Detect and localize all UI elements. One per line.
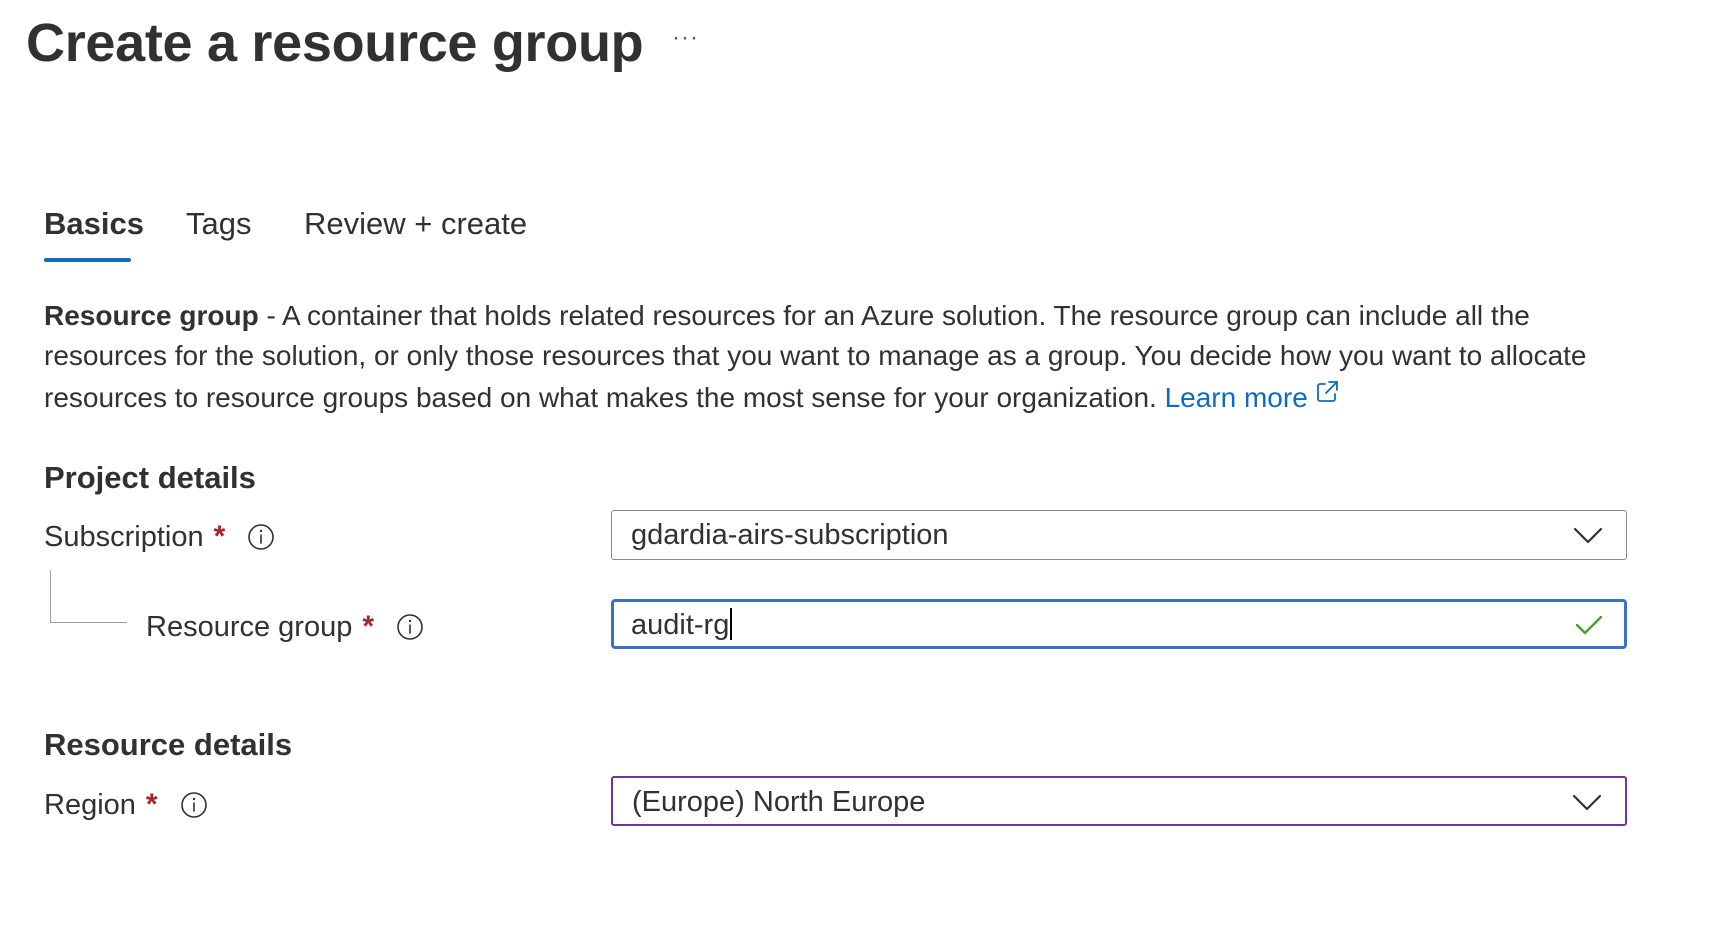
external-link-icon xyxy=(1314,376,1340,416)
resource-group-label-text: Resource group xyxy=(146,610,353,643)
resource-group-text: audit-rg xyxy=(631,609,730,641)
learn-more-label: Learn more xyxy=(1164,382,1308,413)
tab-label: Tags xyxy=(186,206,252,241)
subscription-selected-value: gdardia-airs-subscription xyxy=(631,519,949,551)
info-icon[interactable] xyxy=(180,791,208,819)
resource-details-heading: Resource details xyxy=(44,727,293,762)
hierarchy-connector xyxy=(50,570,127,623)
resource-group-input[interactable]: audit-rg xyxy=(611,599,1627,649)
subscription-label-text: Subscription xyxy=(44,520,204,553)
tab-tags[interactable]: Tags xyxy=(186,206,251,242)
subscription-dropdown[interactable]: gdardia-airs-subscription xyxy=(611,510,1627,560)
region-dropdown[interactable]: (Europe) North Europe xyxy=(611,776,1627,826)
description-text: - A container that holds related resourc… xyxy=(44,300,1587,413)
project-details-heading: Project details xyxy=(44,460,256,495)
page-title: Create a resource group xyxy=(26,13,644,73)
resource-group-label: Resource group * xyxy=(146,610,424,644)
tab-review-create[interactable]: Review + create xyxy=(304,206,527,242)
learn-more-link[interactable]: Learn more xyxy=(1164,381,1340,413)
required-asterisk: * xyxy=(362,610,375,643)
active-tab-indicator xyxy=(44,258,131,262)
info-icon[interactable] xyxy=(396,613,424,641)
checkmark-icon xyxy=(1574,613,1604,642)
resource-group-input-value: audit-rg xyxy=(631,608,732,642)
region-label: Region * xyxy=(44,788,208,822)
more-options-button[interactable]: ··· xyxy=(672,26,699,50)
required-asterisk: * xyxy=(213,520,226,553)
tab-basics[interactable]: Basics xyxy=(44,206,144,262)
info-icon[interactable] xyxy=(247,523,275,551)
description-term: Resource group xyxy=(44,300,259,331)
region-label-text: Region xyxy=(44,788,136,821)
chevron-down-icon xyxy=(1571,791,1603,818)
text-caret xyxy=(730,608,732,640)
tab-label: Basics xyxy=(44,206,144,241)
subscription-label: Subscription * xyxy=(44,520,275,554)
resource-group-description: Resource group - A container that holds … xyxy=(44,296,1624,418)
region-selected-value: (Europe) North Europe xyxy=(632,786,926,818)
required-asterisk: * xyxy=(145,788,158,821)
tab-label: Review + create xyxy=(304,206,528,241)
chevron-down-icon xyxy=(1572,524,1604,551)
